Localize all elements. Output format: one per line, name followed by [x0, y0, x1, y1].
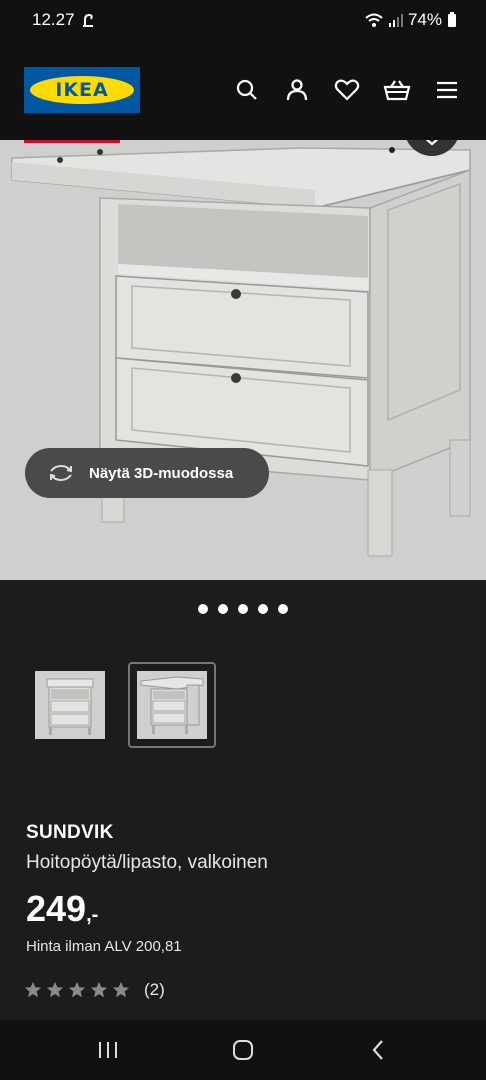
system-nav-bar — [0, 1020, 486, 1080]
logo-text: IKEA — [55, 79, 109, 101]
app-header: IKEA — [0, 40, 486, 140]
thumbnail-image — [35, 671, 105, 739]
pagination-dot[interactable] — [258, 604, 268, 614]
view-3d-button[interactable]: Näytä 3D-muodossa — [25, 448, 269, 498]
battery-icon — [448, 11, 456, 27]
product-price: 249 ,- — [26, 888, 98, 930]
heart-icon[interactable] — [332, 75, 362, 105]
status-right: 74% — [364, 10, 456, 30]
back-button[interactable] — [358, 1030, 398, 1070]
gallery-pagination — [0, 604, 486, 614]
basket-icon[interactable] — [382, 75, 412, 105]
product-image[interactable]: Näytä 3D-muodossa — [0, 140, 486, 580]
product-rating[interactable]: (2) — [24, 980, 165, 1000]
status-time-group: 12.27 — [32, 10, 95, 30]
wifi-icon — [365, 13, 383, 27]
changing-table-image — [11, 147, 471, 557]
rotate-3d-icon — [50, 464, 72, 482]
star-icon — [90, 981, 108, 998]
status-time: 12.27 — [32, 10, 75, 29]
price-value: 249 — [26, 888, 87, 929]
home-icon — [232, 1040, 253, 1060]
back-icon — [372, 1040, 384, 1060]
view-3d-label: Näytä 3D-muodossa — [89, 464, 234, 482]
product-description: Hoitopöytä/lipasto, valkoinen — [26, 852, 268, 873]
thumbnail-2[interactable] — [128, 662, 216, 748]
thumbnail-image — [137, 671, 207, 739]
rating-count: (2) — [144, 980, 165, 999]
star-icon — [68, 981, 86, 998]
pagination-dot[interactable] — [278, 604, 288, 614]
status-bar: 12.27 74% — [0, 0, 486, 40]
battery-percent: 74% — [407, 10, 442, 29]
thumbnail-1[interactable] — [26, 662, 114, 748]
sale-strip — [24, 140, 120, 143]
product-name: SUNDVIK — [26, 822, 114, 843]
logo-oval: IKEA — [30, 76, 134, 104]
chevron-down-icon — [425, 140, 439, 146]
star-icon — [112, 981, 130, 998]
account-icon[interactable] — [282, 75, 312, 105]
star-icon — [46, 981, 64, 998]
app-notification-icon — [82, 13, 93, 27]
thumbnail-strip — [26, 662, 216, 748]
pagination-dot[interactable] — [198, 604, 208, 614]
recent-apps-button[interactable] — [88, 1030, 128, 1070]
price-suffix: ,- — [86, 904, 99, 926]
pagination-dot[interactable] — [218, 604, 228, 614]
price-excl-vat: Hinta ilman ALV 200,81 — [26, 938, 182, 955]
pagination-dot[interactable] — [238, 604, 248, 614]
menu-icon[interactable] — [432, 75, 462, 105]
home-button[interactable] — [223, 1030, 263, 1070]
ikea-logo[interactable]: IKEA — [24, 67, 140, 113]
header-actions — [232, 75, 462, 105]
star-icon — [24, 981, 42, 998]
recent-apps-icon — [98, 1042, 117, 1058]
search-icon[interactable] — [232, 75, 262, 105]
signal-icon — [388, 14, 403, 27]
